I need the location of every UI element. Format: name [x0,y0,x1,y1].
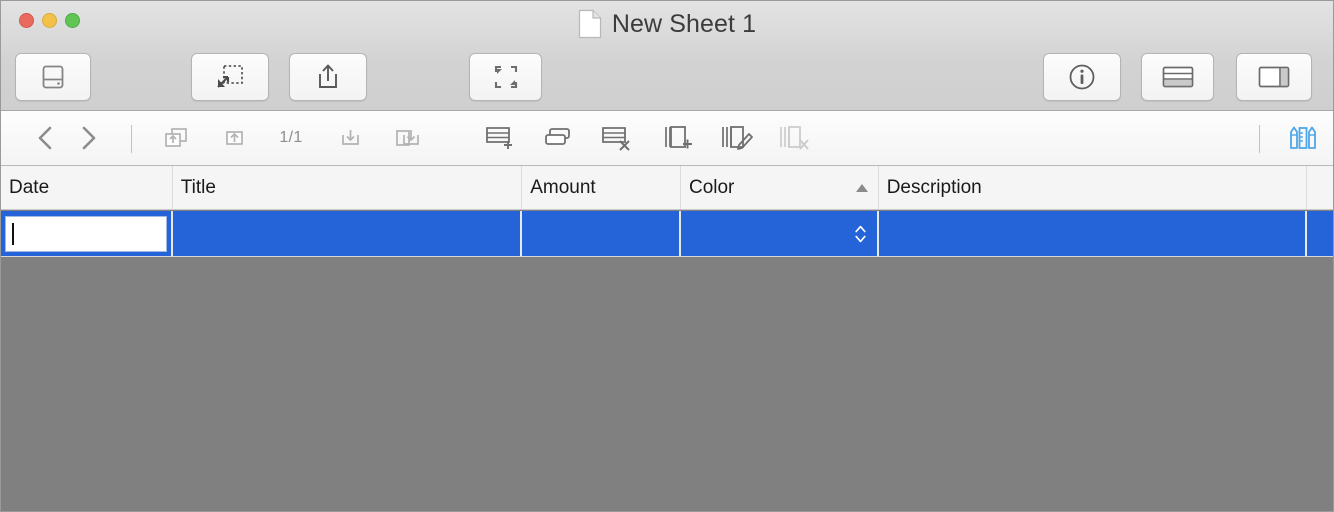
last-record-button[interactable] [389,111,427,165]
delete-row-icon [602,127,630,151]
delete-column-button [773,111,815,165]
title-bar: New Sheet 1 [1,1,1333,111]
column-header-description[interactable]: Description [879,166,1308,209]
page-indicator-label: 1/1 [279,129,303,146]
close-window-button[interactable] [19,13,34,28]
page-title: New Sheet 1 [611,9,757,38]
duplicate-row-icon [545,128,570,145]
toolbar-divider-1 [131,125,132,153]
column-header-date[interactable]: Date [1,166,173,209]
ruler-pencil-icon [1290,126,1316,149]
edit-column-icon [722,126,753,150]
add-column-button[interactable] [657,111,699,165]
share-upload-icon [319,64,337,88]
cell-amount[interactable] [522,211,681,256]
window-controls [19,13,80,28]
delete-column-icon [780,126,809,150]
maximize-window-button[interactable] [65,13,80,28]
first-record-button[interactable] [157,111,195,165]
right-panel-icon [1258,66,1290,88]
minimize-window-button[interactable] [42,13,57,28]
document-title-group: New Sheet 1 [1,9,1333,39]
marquee-select-icon [217,65,243,88]
info-circle-icon [1069,64,1095,90]
add-row-icon [486,127,512,149]
sheet-area: Date Title Amount Color Description [1,166,1333,511]
add-row-button[interactable] [479,111,519,165]
bottom-panel-icon [1162,66,1193,88]
column-header-extra[interactable] [1307,166,1333,209]
column-header-color[interactable]: Color [681,166,879,209]
fullscreen-button[interactable] [469,53,542,101]
previous-record-icon [226,131,243,145]
previous-record-button[interactable] [215,111,253,165]
app-window: New Sheet 1 1/1 Date Title Amount Color … [0,0,1334,512]
drive-icon [42,65,64,89]
column-header-label: Description [886,176,982,198]
chevron-left-icon [38,126,52,150]
side-panel-button[interactable] [1236,53,1312,101]
column-header-label: Title [180,176,216,198]
chevron-right-icon [82,126,96,150]
next-record-button[interactable] [331,111,369,165]
edit-column-button[interactable] [715,111,759,165]
nav-back-button[interactable] [29,111,63,165]
table-row[interactable] [1,211,1333,257]
duplicate-row-button[interactable] [538,111,578,165]
date-input[interactable] [5,215,167,252]
delete-row-button[interactable] [595,111,637,165]
add-column-icon [665,126,692,149]
cell-color[interactable] [680,211,879,256]
bottom-panel-button[interactable] [1141,53,1214,101]
next-record-icon [342,130,359,145]
cell-description[interactable] [878,211,1308,256]
expand-fullscreen-icon [494,65,517,89]
design-tools-button[interactable] [1283,111,1323,165]
main-toolbar [1,53,1333,105]
sort-ascending-icon [855,183,868,192]
page-indicator: 1/1 [267,111,315,165]
document-icon [578,9,601,39]
cell-date[interactable] [1,211,173,256]
cell-extra[interactable] [1307,211,1333,256]
column-header-amount[interactable]: Amount [522,166,681,209]
first-record-icon [165,128,187,147]
nav-forward-button[interactable] [71,111,105,165]
record-toolbar: 1/1 [1,111,1333,166]
text-caret [12,222,14,245]
column-header-label: Date [9,176,50,198]
last-record-icon [396,130,419,146]
cell-title[interactable] [172,211,523,256]
column-header-label: Color [688,176,735,198]
table-header-row: Date Title Amount Color Description [1,166,1333,210]
column-header-label: Amount [530,176,596,198]
select-region-button[interactable] [191,53,269,101]
stepper-updown-icon[interactable] [854,223,867,245]
share-button[interactable] [289,53,367,101]
column-header-title[interactable]: Title [173,166,523,209]
info-button[interactable] [1043,53,1121,101]
library-drive-button[interactable] [15,53,91,101]
toolbar-divider-2 [1259,125,1260,153]
